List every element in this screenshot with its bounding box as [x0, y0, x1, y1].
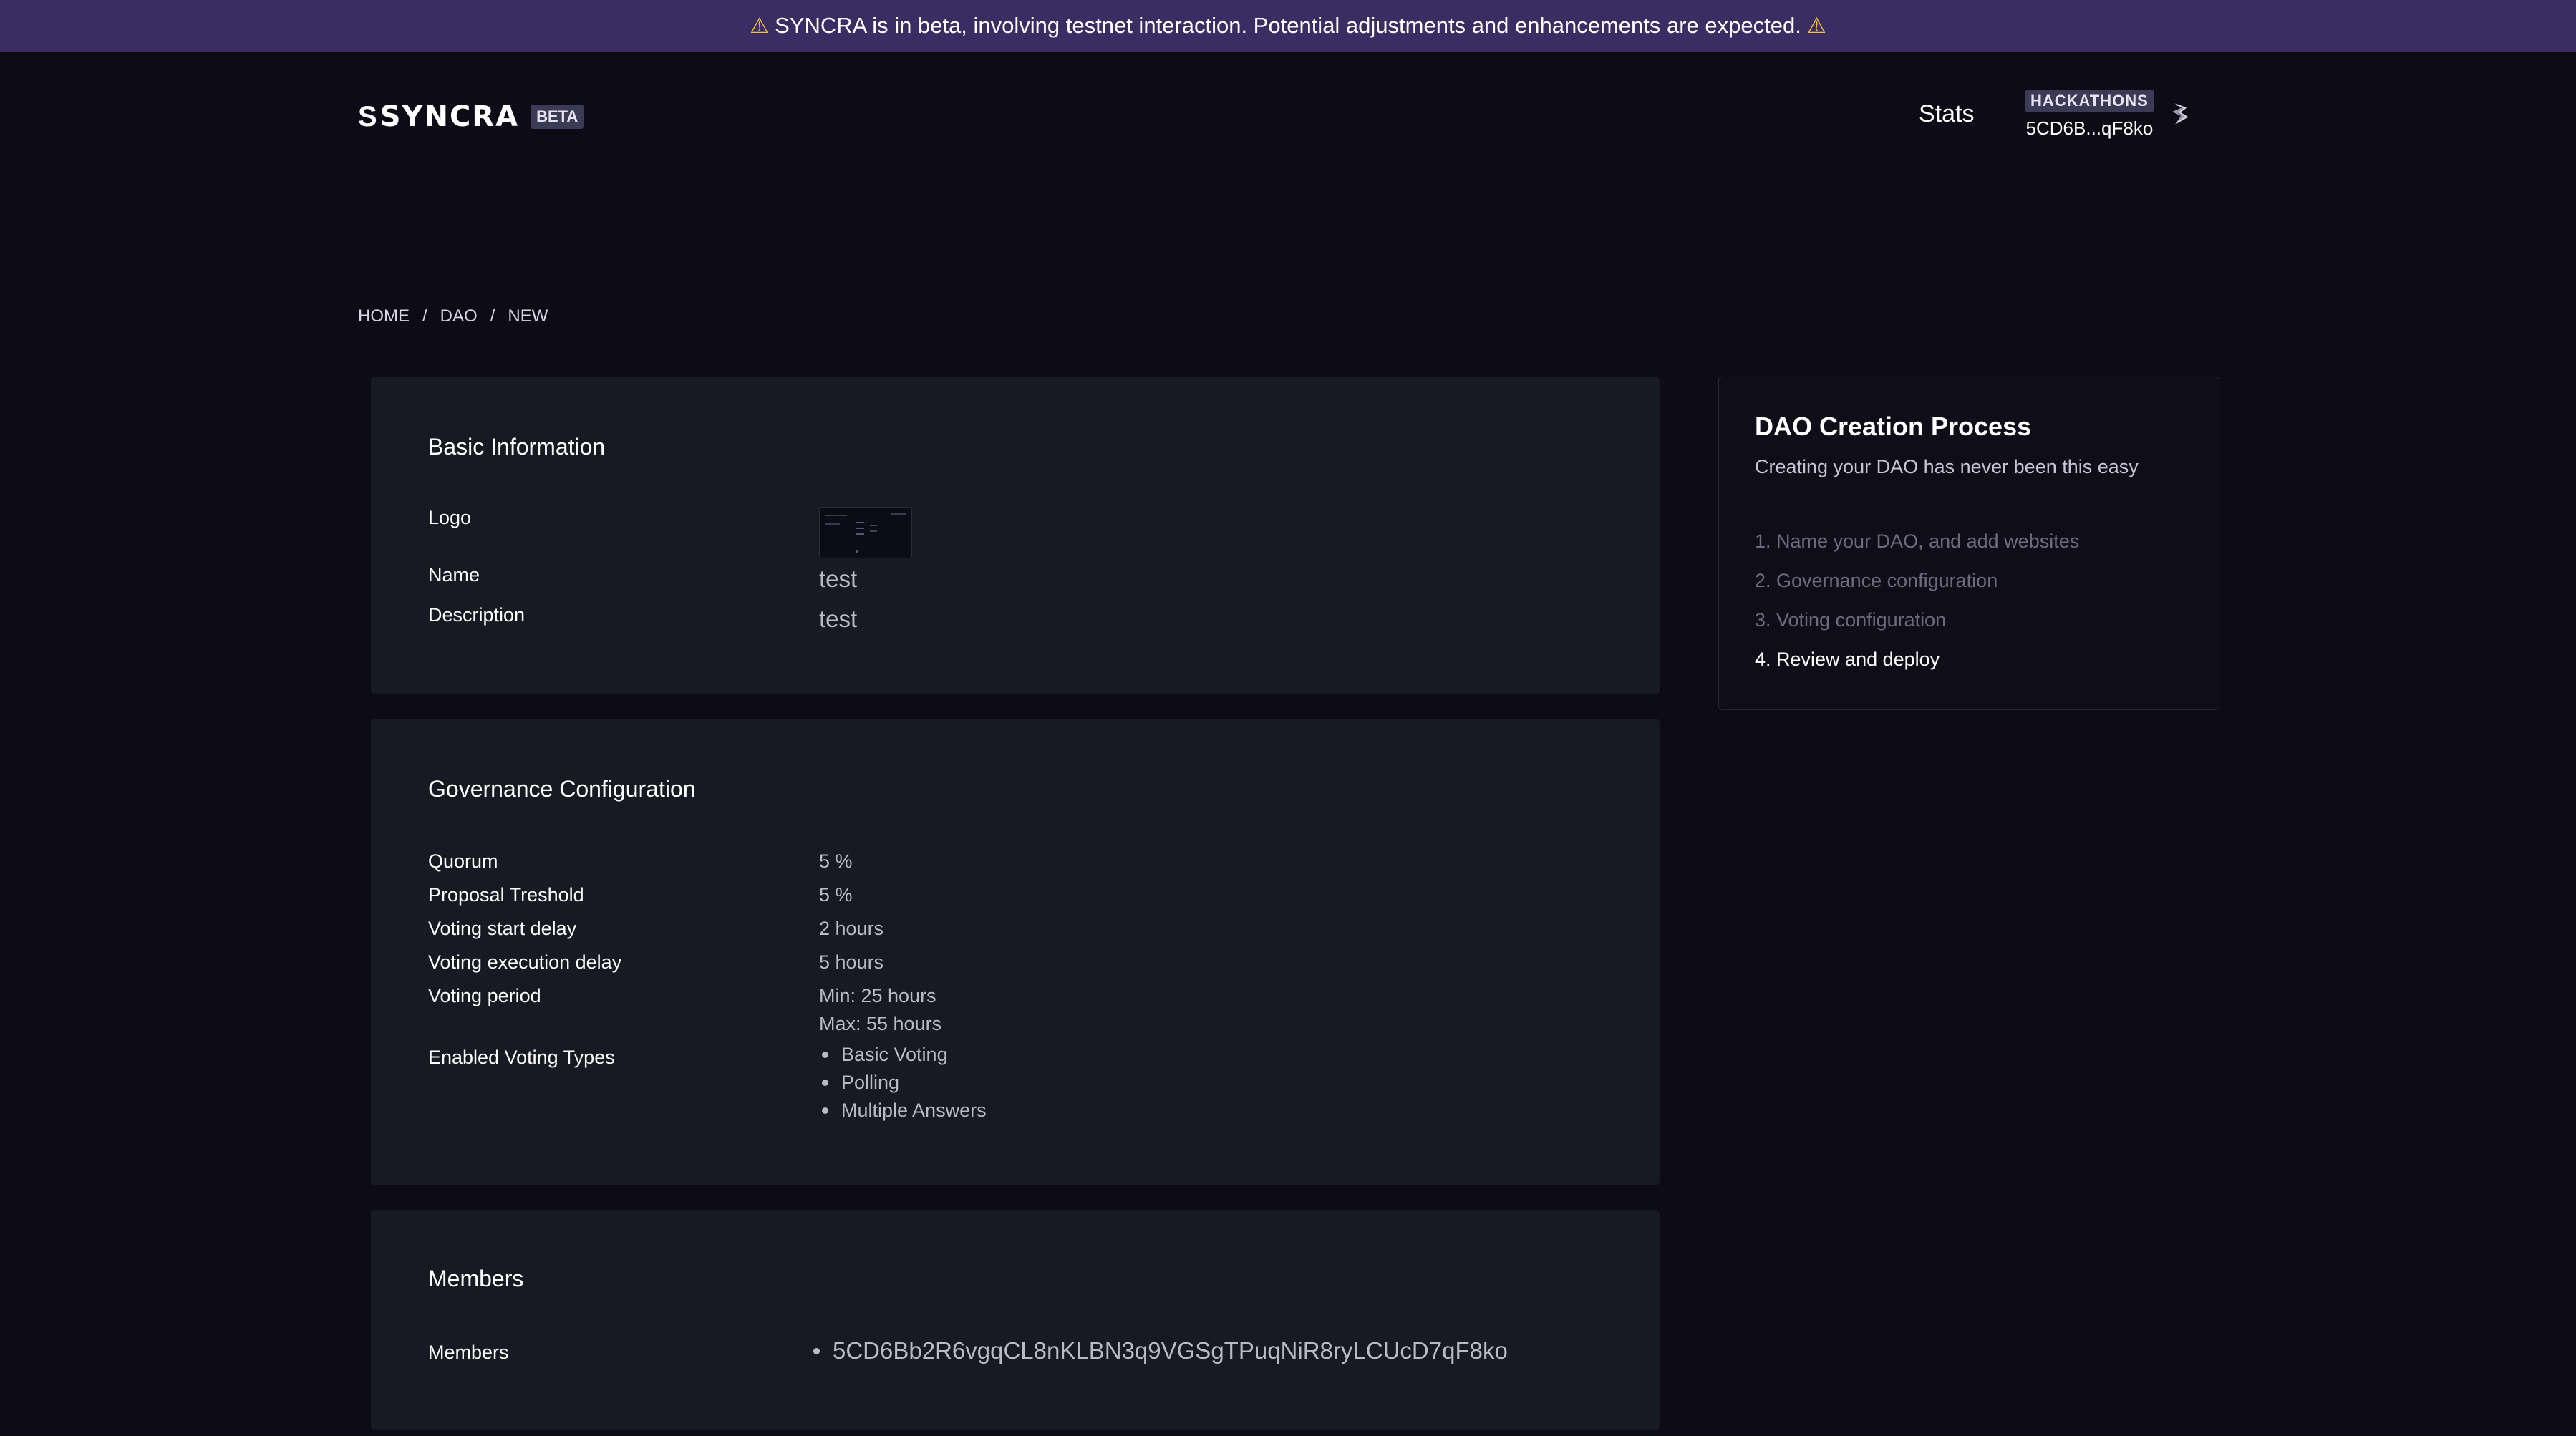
beta-badge: BETA	[531, 105, 584, 129]
breadcrumb: HOME / DAO / NEW	[358, 306, 548, 326]
syncra-logo[interactable]: S SYNCRA BETA	[358, 100, 584, 133]
nav-stats-link[interactable]: Stats	[1919, 100, 1974, 128]
syncra-logo-text: SYNCRA	[379, 100, 520, 133]
voting-period-label: Voting period	[428, 985, 541, 1006]
name-label: Name	[428, 564, 480, 586]
basic-information-card: Basic Information Logo Name test Descrip…	[371, 377, 1660, 694]
members-card: Members Members 5CD6Bb2R6vgqCL8nKLBN3q9V…	[371, 1210, 1660, 1430]
description-label: Description	[428, 604, 526, 626]
governance-configuration-card: Governance Configuration Quorum 5 % Prop…	[371, 719, 1660, 1185]
voting-period-min: Min: 25 hours	[819, 985, 936, 1006]
account-avatar-icon[interactable]	[2171, 100, 2191, 127]
voting-start-delay-label: Voting start delay	[428, 918, 577, 939]
name-value: test	[819, 566, 858, 592]
list-item: Basic Voting	[819, 1041, 987, 1069]
dao-creation-process-card: DAO Creation Process Creating your DAO h…	[1718, 377, 2219, 710]
basic-information-title: Basic Information	[428, 434, 606, 460]
voting-period-max: Max: 55 hours	[819, 1013, 942, 1034]
process-title: DAO Creation Process	[1755, 412, 2032, 441]
account-button[interactable]: HACKATHONS 5CD6B...qF8ko	[2025, 90, 2154, 140]
warning-icon: ⚠	[1806, 14, 1826, 38]
voting-start-delay-value: 2 hours	[819, 918, 884, 939]
proposal-threshold-label: Proposal Treshold	[428, 884, 584, 906]
voting-types-list: Basic Voting Polling Multiple Answers	[819, 1041, 987, 1125]
members-title: Members	[428, 1266, 524, 1291]
process-step-1: 1. Name your DAO, and add websites	[1755, 530, 2080, 552]
members-label: Members	[428, 1342, 509, 1363]
voting-execution-delay-value: 5 hours	[819, 951, 884, 973]
syncra-logo-mark: S	[358, 100, 377, 132]
breadcrumb-separator: /	[422, 306, 427, 326]
list-item: Polling	[819, 1069, 987, 1097]
voting-execution-delay-label: Voting execution delay	[428, 951, 622, 973]
breadcrumb-home[interactable]: HOME	[358, 306, 410, 326]
process-subtitle: Creating your DAO has never been this ea…	[1755, 456, 2139, 477]
quorum-value: 5 %	[819, 850, 853, 872]
enabled-voting-types-label: Enabled Voting Types	[428, 1047, 615, 1068]
description-value: test	[819, 606, 858, 632]
breadcrumb-dao[interactable]: DAO	[440, 306, 478, 326]
list-item: 5CD6Bb2R6vgqCL8nKLBN3q9VGSgTPuqNiR8ryLCU…	[810, 1333, 1508, 1369]
proposal-threshold-value: 5 %	[819, 884, 853, 906]
account-address: 5CD6B...qF8ko	[2025, 117, 2154, 139]
list-item: Multiple Answers	[819, 1097, 987, 1125]
breadcrumb-separator: /	[490, 306, 495, 326]
beta-banner: ⚠ SYNCRA is in beta, involving testnet i…	[0, 0, 2576, 52]
process-step-4: 4. Review and deploy	[1755, 649, 1940, 670]
hackathons-badge: HACKATHONS	[2025, 90, 2154, 112]
warning-icon: ⚠	[750, 14, 770, 38]
members-list: 5CD6Bb2R6vgqCL8nKLBN3q9VGSgTPuqNiR8ryLCU…	[810, 1333, 1508, 1369]
process-step-2: 2. Governance configuration	[1755, 570, 1998, 591]
process-step-3: 3. Voting configuration	[1755, 609, 1947, 631]
logo-thumbnail-graphic	[825, 513, 906, 553]
breadcrumb-new: NEW	[508, 306, 548, 326]
logo-label: Logo	[428, 507, 472, 528]
governance-title: Governance Configuration	[428, 776, 696, 802]
quorum-label: Quorum	[428, 850, 498, 872]
banner-text: SYNCRA is in beta, involving testnet int…	[775, 13, 1801, 38]
dao-logo-image	[819, 507, 912, 558]
